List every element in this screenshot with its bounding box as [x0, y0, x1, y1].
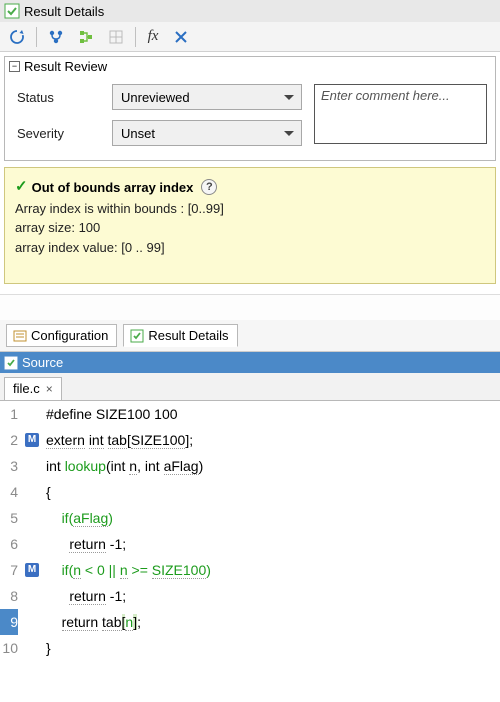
line-marker [22, 401, 42, 427]
file-tabs: file.c × [0, 373, 500, 401]
line-marker [22, 609, 42, 635]
lower-tabs: Configuration Result Details [0, 320, 500, 352]
app-icon [4, 3, 20, 19]
marker-gutter: MM [22, 401, 42, 661]
code-lines: #define SIZE100 100extern int tab[SIZE10… [42, 401, 500, 661]
line-marker: M [22, 427, 42, 453]
spacer [0, 294, 500, 320]
x-button[interactable] [168, 25, 194, 49]
code-line[interactable]: if(n < 0 || n >= SIZE100) [42, 557, 500, 583]
tree-button[interactable] [73, 25, 99, 49]
file-tab[interactable]: file.c × [4, 377, 62, 400]
toolbar: fx [0, 22, 500, 52]
line-marker [22, 635, 42, 661]
code-editor[interactable]: 12345678910 MM #define SIZE100 100extern… [0, 401, 500, 661]
macro-marker-icon: M [25, 433, 39, 447]
blue-x-icon [172, 28, 190, 46]
code-line[interactable]: if(aFlag) [42, 505, 500, 531]
line-number: 7 [0, 557, 18, 583]
check-ok-icon: ✓ [15, 176, 28, 199]
tree-icon [78, 29, 94, 45]
tab-result-details[interactable]: Result Details [123, 324, 237, 347]
separator [36, 27, 37, 47]
close-icon[interactable]: × [46, 382, 53, 396]
code-line[interactable]: #define SIZE100 100 [42, 401, 500, 427]
check-panel: ✓ Out of bounds array index ? Array inde… [4, 167, 496, 284]
line-marker [22, 453, 42, 479]
line-number: 6 [0, 531, 18, 557]
line-number: 4 [0, 479, 18, 505]
result-review-panel: − Result Review Status Unreviewed Severi… [4, 56, 496, 161]
check-line: array size: 100 [15, 218, 485, 238]
fx-button[interactable]: fx [142, 25, 164, 49]
line-number: 9 [0, 609, 18, 635]
source-icon [4, 356, 18, 370]
check-line: array index value: [0 .. 99] [15, 238, 485, 258]
source-title-bar: Source [0, 352, 500, 373]
line-marker [22, 479, 42, 505]
code-line[interactable]: return -1; [42, 531, 500, 557]
code-line[interactable]: { [42, 479, 500, 505]
tab-configuration[interactable]: Configuration [6, 324, 117, 347]
separator [135, 27, 136, 47]
code-line[interactable]: int lookup(int n, int aFlag) [42, 453, 500, 479]
code-line[interactable]: } [42, 635, 500, 661]
title-text: Result Details [24, 4, 104, 19]
comment-input[interactable]: Enter comment here... [314, 84, 487, 144]
line-marker [22, 583, 42, 609]
line-marker: M [22, 557, 42, 583]
branch-button[interactable] [43, 25, 69, 49]
macro-marker-icon: M [25, 563, 39, 577]
file-name: file.c [13, 381, 40, 396]
code-line[interactable]: return -1; [42, 583, 500, 609]
check-title-row: ✓ Out of bounds array index ? [15, 176, 485, 199]
line-number: 5 [0, 505, 18, 531]
config-icon [13, 329, 27, 343]
line-number: 2 [0, 427, 18, 453]
title-bar: Result Details [0, 0, 500, 22]
status-label: Status [17, 90, 112, 105]
grid-icon [108, 29, 124, 45]
code-line[interactable]: return tab[n]; [42, 609, 500, 635]
line-gutter: 12345678910 [0, 401, 22, 661]
check-line: Array index is within bounds : [0..99] [15, 199, 485, 219]
source-label: Source [22, 355, 63, 370]
line-number: 8 [0, 583, 18, 609]
code-line[interactable]: extern int tab[SIZE100]; [42, 427, 500, 453]
branch-icon [48, 29, 64, 45]
result-review-title: Result Review [24, 59, 107, 74]
reload-icon [8, 28, 26, 46]
help-icon[interactable]: ? [201, 179, 217, 195]
grid-button[interactable] [103, 25, 129, 49]
line-marker [22, 531, 42, 557]
collapse-toggle[interactable]: − [9, 61, 20, 72]
line-number: 10 [0, 635, 18, 661]
status-select[interactable]: Unreviewed [112, 84, 302, 110]
result-review-header: − Result Review [5, 57, 495, 76]
details-icon [130, 329, 144, 343]
severity-label: Severity [17, 126, 112, 141]
line-number: 3 [0, 453, 18, 479]
check-title: Out of bounds array index [32, 178, 194, 198]
line-number: 1 [0, 401, 18, 427]
severity-select[interactable]: Unset [112, 120, 302, 146]
line-marker [22, 505, 42, 531]
reload-button[interactable] [4, 25, 30, 49]
